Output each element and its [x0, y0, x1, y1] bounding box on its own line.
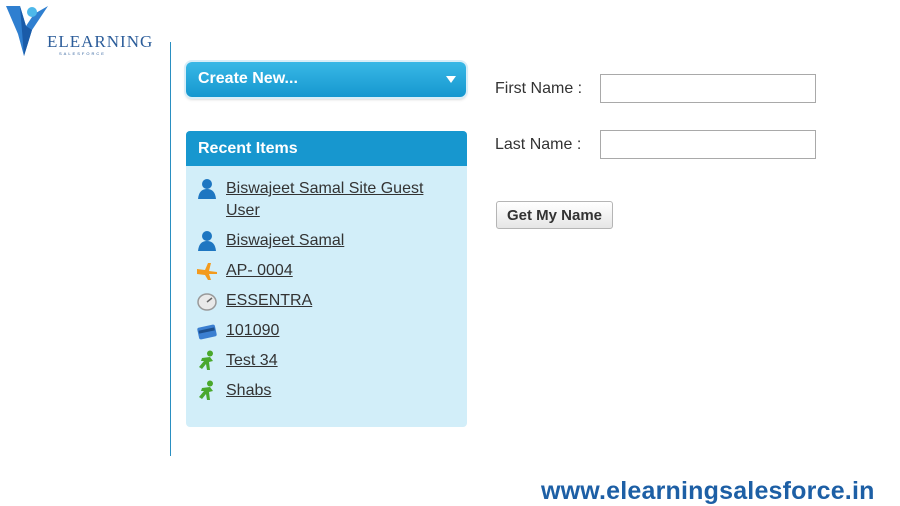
recent-item-link[interactable]: Shabs: [226, 380, 271, 402]
recent-items-panel: Recent Items Biswajeet Samal Site Guest …: [186, 131, 467, 427]
first-name-label: First Name :: [495, 80, 583, 97]
recent-item-link[interactable]: 101090: [226, 320, 279, 342]
list-item: Test 34: [196, 350, 457, 372]
recent-item-link[interactable]: Biswajeet Samal: [226, 230, 344, 252]
logo-name: ELEARNING: [47, 32, 154, 51]
runner-icon: [199, 380, 213, 400]
card-icon: [197, 324, 217, 340]
last-name-label: Last Name :: [495, 136, 582, 153]
recent-item-link[interactable]: ESSENTRA: [226, 290, 312, 312]
recent-item-link[interactable]: Biswajeet Samal Site Guest User: [226, 178, 457, 222]
chevron-down-icon[interactable]: [446, 76, 456, 83]
last-name-input[interactable]: [600, 130, 816, 159]
create-new-label: Create New...: [198, 70, 298, 87]
list-item: AP- 0004: [196, 260, 457, 282]
list-item: ESSENTRA: [196, 290, 457, 312]
airplane-icon: [197, 263, 217, 280]
recent-item-link[interactable]: Test 34: [226, 350, 278, 372]
brand-logo: ELEARNING SALESFORCE: [4, 4, 152, 60]
recent-item-link[interactable]: AP- 0004: [226, 260, 293, 282]
gauge-icon: [197, 293, 217, 311]
list-item: Biswajeet Samal: [196, 230, 457, 252]
user-icon: [198, 179, 216, 199]
recent-items-list: Biswajeet Samal Site Guest User Biswajee…: [186, 166, 467, 402]
get-my-name-button[interactable]: Get My Name: [496, 201, 613, 229]
user-icon: [198, 231, 216, 251]
create-new-dropdown[interactable]: Create New...: [186, 62, 466, 97]
list-item: Shabs: [196, 380, 457, 402]
first-name-input[interactable]: [600, 74, 816, 103]
logo-subtitle: SALESFORCE: [59, 51, 106, 56]
sidebar-divider: [170, 42, 171, 456]
runner-icon: [199, 350, 213, 370]
website-url: www.elearningsalesforce.in: [541, 477, 875, 505]
list-item: Biswajeet Samal Site Guest User: [196, 178, 457, 222]
logo-mark-icon: [6, 6, 48, 56]
list-item: 101090: [196, 320, 457, 342]
page: ELEARNING SALESFORCE Create New... Recen…: [0, 0, 900, 506]
recent-items-title: Recent Items: [186, 131, 467, 166]
